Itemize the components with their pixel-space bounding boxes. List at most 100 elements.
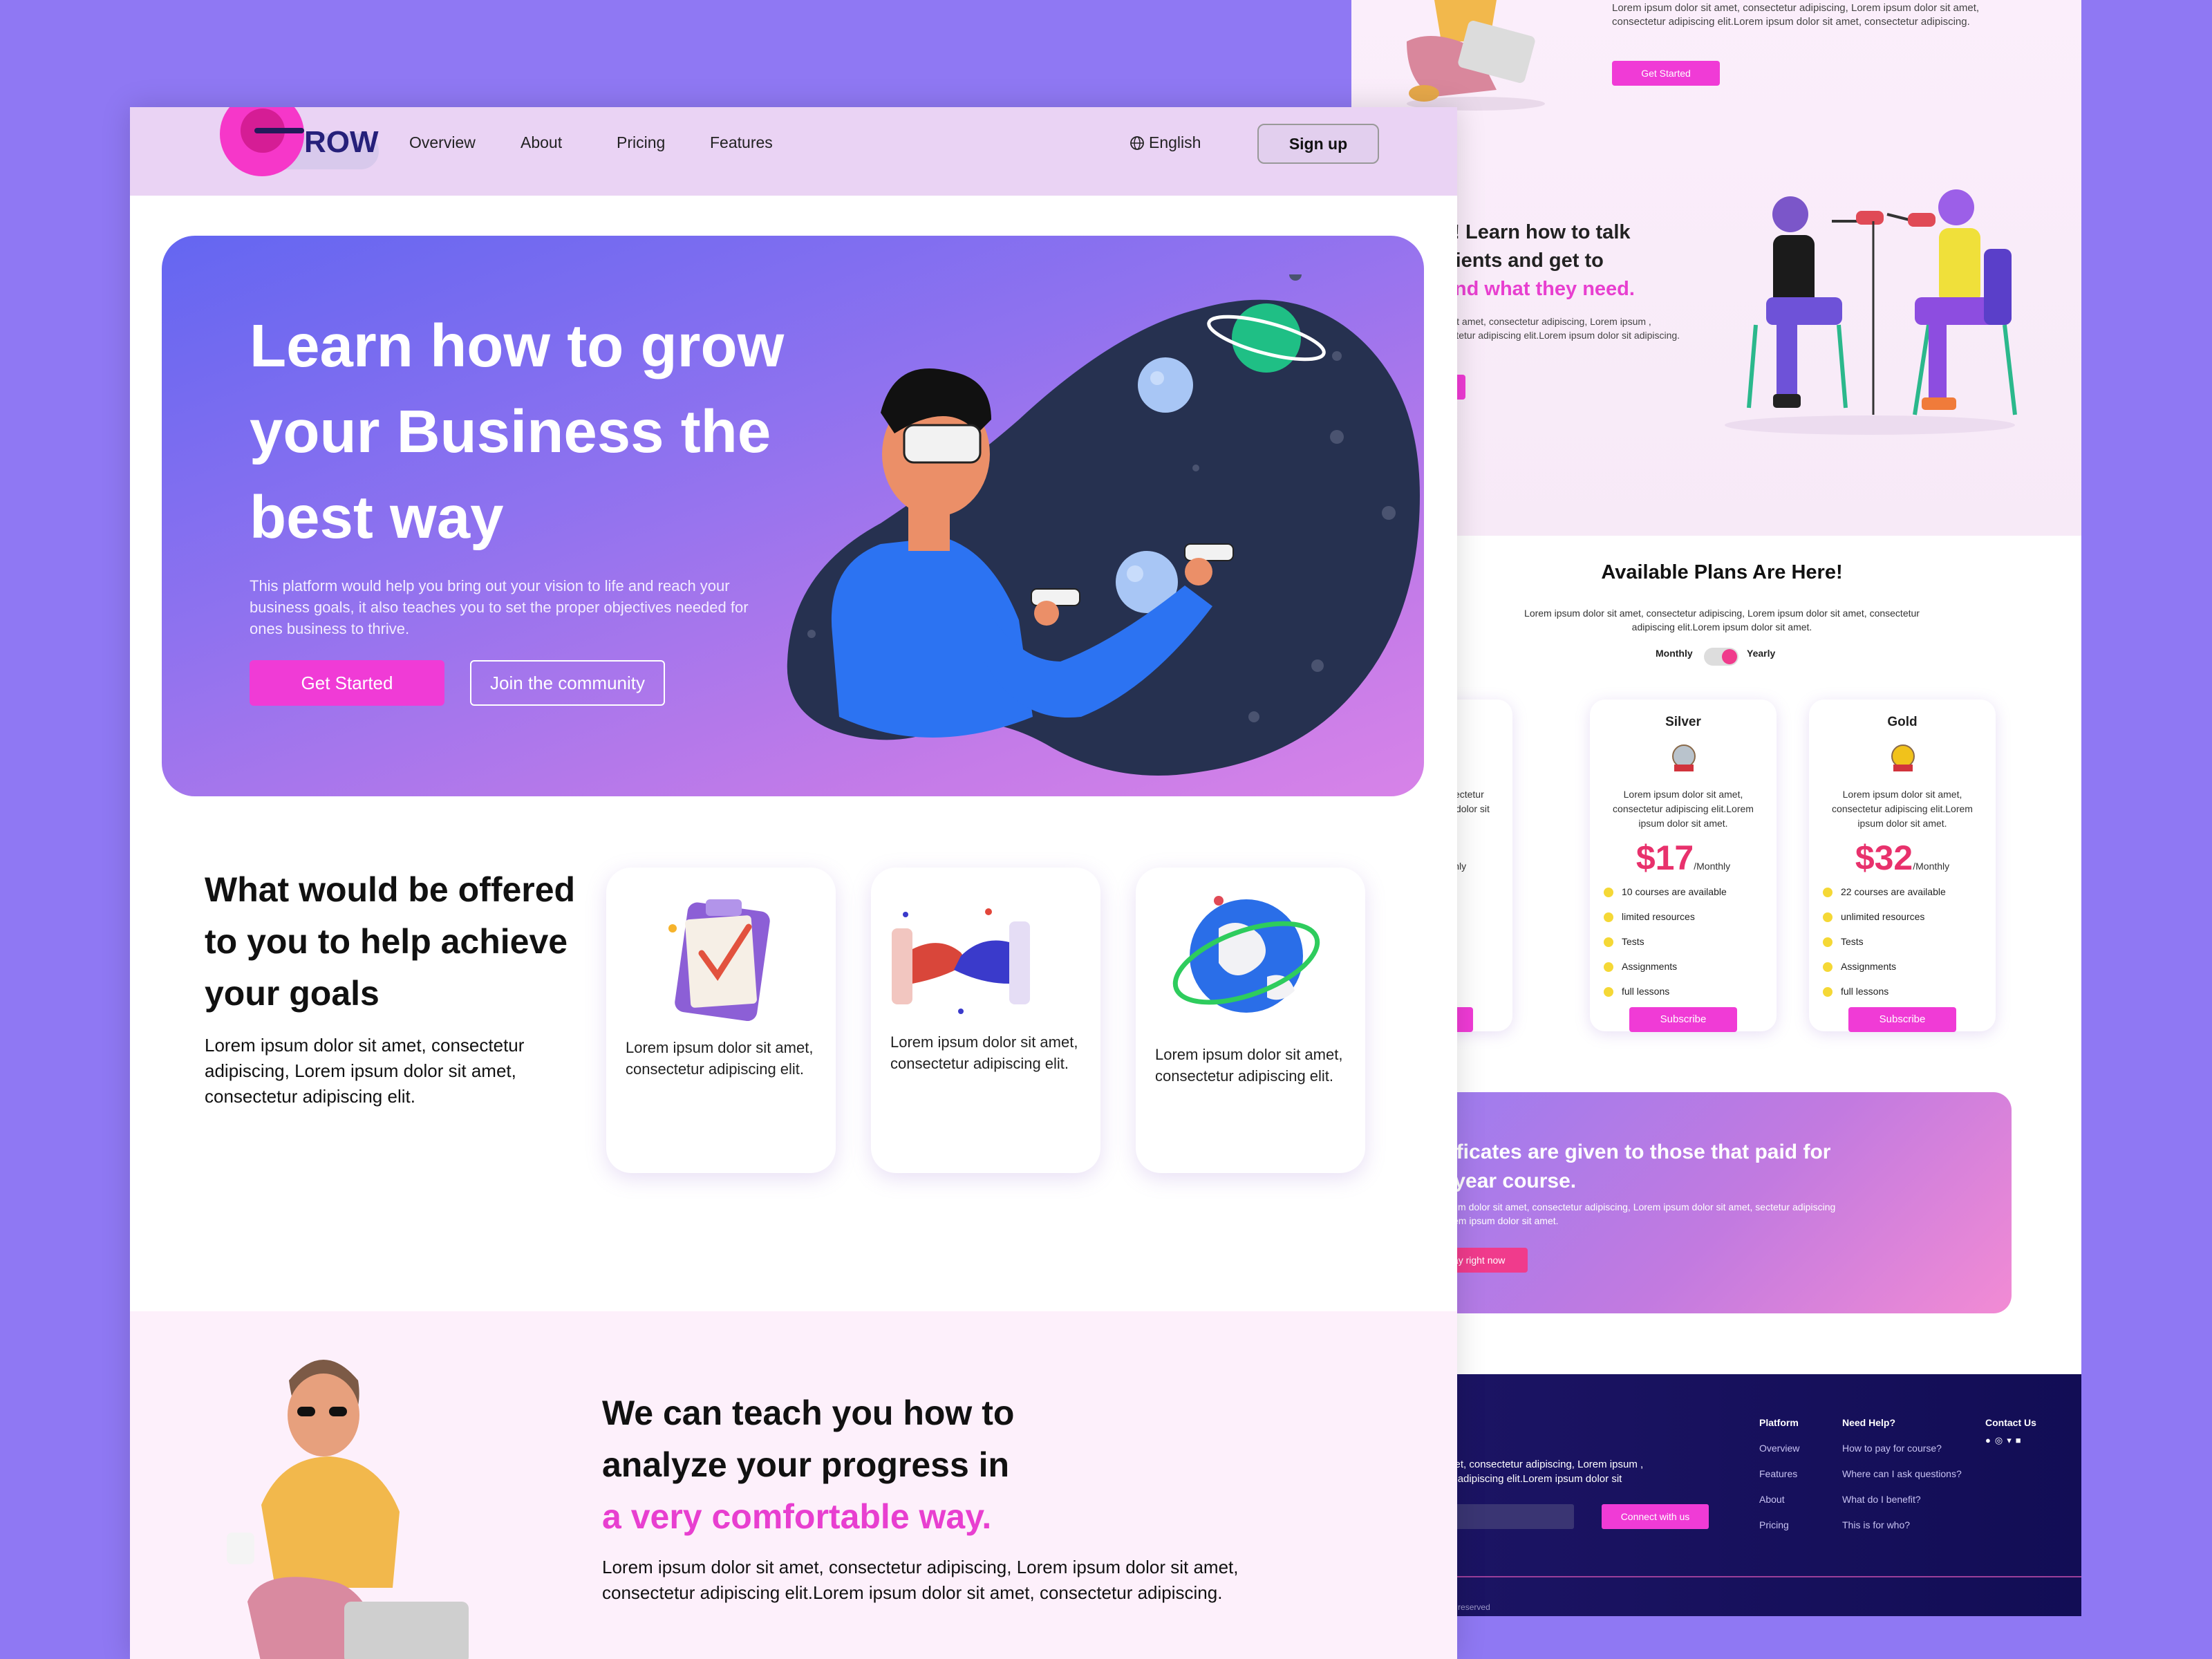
plan-features: 10 courses are available limited resource… xyxy=(1604,886,1727,1011)
hero-banner: Learn how to grow your Business the best… xyxy=(162,236,1424,796)
medal-icon xyxy=(1672,744,1696,771)
connect-button[interactable]: Connect with us xyxy=(1602,1504,1709,1529)
footer-link-benefit[interactable]: What do I benefit? xyxy=(1842,1487,1962,1512)
toggle-knob xyxy=(1722,649,1737,664)
plan-feature: Assignments xyxy=(1604,961,1727,986)
plan-feature: Tests xyxy=(1823,936,1946,961)
teach-paragraph: Lorem ipsum dolor sit amet, consectetur … xyxy=(602,1557,1239,1603)
facebook-icon[interactable]: ● xyxy=(1985,1435,1995,1445)
offer-card-text: Lorem ipsum dolor sit amet, consectetur … xyxy=(890,1033,1078,1072)
check-dot-icon xyxy=(1604,987,1613,997)
footer-help-title: Need Help? xyxy=(1842,1417,1896,1428)
logo-text[interactable]: ROW xyxy=(304,125,379,160)
nav-features[interactable]: Features xyxy=(710,133,773,152)
plan-feature: limited resources xyxy=(1604,911,1727,936)
signup-button[interactable]: Sign up xyxy=(1257,124,1379,164)
certificate-paragraph: em ipsum dolor sit amet, consectetur adi… xyxy=(1424,1201,1836,1226)
plan-name: Silver xyxy=(1665,715,1701,729)
offer-heading: What would be offered to you to help ach… xyxy=(205,870,576,1013)
plan-price: $17/Monthly xyxy=(1635,838,1731,877)
nav-overview[interactable]: Overview xyxy=(409,133,476,152)
plans-title: Available Plans Are Here! xyxy=(1601,561,1843,583)
certificate-heading: ertificates are given to those that paid… xyxy=(1424,1141,1831,1192)
check-dot-icon xyxy=(1604,962,1613,972)
footer-link-about[interactable]: About xyxy=(1759,1487,1799,1512)
join-community-button[interactable]: Join the community xyxy=(470,660,665,706)
check-dot-icon xyxy=(1823,912,1833,922)
person-laptop-illustration xyxy=(1407,0,1545,111)
footer-platform-column: Platform Overview Features About Pricing xyxy=(1759,1410,1799,1538)
hero-paragraph: This platform would help you bring out y… xyxy=(250,577,749,637)
billing-toggle[interactable] xyxy=(1704,648,1738,666)
plan-feature: unlimited resources xyxy=(1823,911,1946,936)
social-icons: ●◎▾■ xyxy=(1985,1435,2047,1447)
footer-link-pay[interactable]: How to pay for course? xyxy=(1842,1436,1962,1461)
check-dot-icon xyxy=(1604,937,1613,947)
plan-price: $32/Monthly xyxy=(1855,838,1950,877)
teach-heading: We can teach you how to analyze your pro… xyxy=(602,1394,1015,1536)
check-dot-icon xyxy=(1823,937,1833,947)
teach-section: We can teach you how to analyze your pro… xyxy=(130,1311,1457,1659)
check-dot-icon xyxy=(1823,888,1833,897)
footer-link-questions[interactable]: Where can I ask questions? xyxy=(1842,1461,1962,1487)
footer-divider xyxy=(1393,1576,2081,1577)
front-page: ROW Overview About Pricing Features Engl… xyxy=(130,107,1457,1659)
plan-description: Lorem ipsum dolor sit amet, consectetur … xyxy=(1832,789,1973,829)
plan-features: 22 courses are available unlimited resour… xyxy=(1823,886,1946,1011)
offer-card-globe[interactable]: Lorem ipsum dolor sit amet, consectetur … xyxy=(1136,868,1365,1173)
language-label: English xyxy=(1149,133,1201,151)
check-dot-icon xyxy=(1604,912,1613,922)
plan-description: Lorem ipsum dolor sit amet, consectetur … xyxy=(1613,789,1754,829)
talk-paragraph: dolor sit amet, consectetur adipiscing, … xyxy=(1425,316,1680,341)
plan-feature: Tests xyxy=(1604,936,1727,961)
footer-link-features[interactable]: Features xyxy=(1759,1461,1799,1487)
offer-card-text: Lorem ipsum dolor sit amet, consectetur … xyxy=(1155,1046,1343,1085)
navbar: ROW Overview About Pricing Features Engl… xyxy=(130,107,1457,196)
footer-link-who[interactable]: This is for who? xyxy=(1842,1512,1962,1538)
plan-feature: Assignments xyxy=(1823,961,1946,986)
yearly-label: Yearly xyxy=(1747,648,1776,659)
footer-help-column: Need Help? How to pay for course? Where … xyxy=(1842,1410,1962,1538)
handshake-icon xyxy=(892,908,1030,1014)
plan-feature: 22 courses are available xyxy=(1823,886,1946,911)
language-selector[interactable]: English xyxy=(1130,133,1201,152)
podcast-illustration xyxy=(1725,189,2017,435)
globe-small-icon xyxy=(1130,136,1144,150)
get-started-button[interactable]: Get Started xyxy=(250,660,444,706)
plan-card-silver: Silver Lorem ipsum dolor sit amet, consec… xyxy=(1590,700,1777,1032)
plan-card-gold: Gold Lorem ipsum dolor sit amet, consecte… xyxy=(1809,700,1996,1032)
globe-icon xyxy=(1172,896,1320,1013)
plans-subtitle: Lorem ipsum dolor sit amet, consectetur … xyxy=(1524,608,1920,632)
subscribe-button[interactable]: Subscribe xyxy=(1629,1007,1737,1032)
nav-pricing[interactable]: Pricing xyxy=(617,133,665,152)
monthly-label: Monthly xyxy=(1656,648,1693,659)
billing-toggle-labels: Monthly Yearly xyxy=(1656,648,1775,659)
check-dot-icon xyxy=(1823,962,1833,972)
subscribe-button[interactable]: Subscribe xyxy=(1848,1007,1956,1032)
background-page: Lorem ipsum dolor sit amet, consectetur … xyxy=(1351,0,2081,1616)
check-dot-icon xyxy=(1823,987,1833,997)
person-with-mug-illustration xyxy=(227,1360,469,1659)
offer-card-handshake[interactable]: Lorem ipsum dolor sit amet, consectetur … xyxy=(871,868,1100,1173)
footer-link-pricing[interactable]: Pricing xyxy=(1759,1512,1799,1538)
footer-contact-title: Contact Us xyxy=(1985,1417,2036,1428)
offer-card-clipboard[interactable]: Lorem ipsum dolor sit amet, consectetur … xyxy=(606,868,836,1173)
footer-link-overview[interactable]: Overview xyxy=(1759,1436,1799,1461)
nav-about[interactable]: About xyxy=(521,133,562,152)
clipboard-check-icon xyxy=(668,899,770,1022)
medal-icon xyxy=(1891,744,1915,771)
instagram-icon[interactable]: ◎ xyxy=(1995,1435,2007,1445)
offer-paragraph: Lorem ipsum dolor sit amet, consectetur … xyxy=(205,1035,525,1107)
check-dot-icon xyxy=(1604,888,1613,897)
plan-feature: 10 courses are available xyxy=(1604,886,1727,911)
logo-bar xyxy=(254,128,304,133)
offer-card-text: Lorem ipsum dolor sit amet, consectetur … xyxy=(626,1039,814,1078)
top-paragraph: Lorem ipsum dolor sit amet, consectetur … xyxy=(1612,2,1980,28)
footer: dolor sit amet, consectetur adipiscing, … xyxy=(1351,1374,2081,1616)
talk-heading: alk! Learn how to talk r clients and get… xyxy=(1425,221,1635,300)
linkedin-icon[interactable]: ■ xyxy=(2016,1435,2025,1445)
get-started-button-small[interactable]: Get Started xyxy=(1612,61,1720,86)
certificate-banner: ertificates are given to those that paid… xyxy=(1393,1092,2012,1313)
twitter-icon[interactable]: ▾ xyxy=(2007,1435,2016,1445)
vr-space-illustration xyxy=(787,274,1420,776)
